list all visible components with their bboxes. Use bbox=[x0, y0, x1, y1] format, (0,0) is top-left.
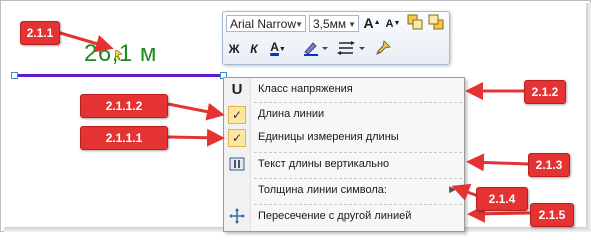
callout-arrow-2-1-1-2 bbox=[167, 102, 225, 121]
callout-arrow-2-1-1 bbox=[56, 30, 114, 53]
callout-2-1-2: 2.1.2 bbox=[524, 80, 566, 104]
callout-arrow-2-1-1-1 bbox=[167, 128, 225, 147]
callout-arrow-2-1-5 bbox=[467, 204, 532, 223]
callout-2-1-3: 2.1.3 bbox=[528, 153, 570, 177]
callout-arrow-2-1-4 bbox=[451, 183, 479, 201]
callout-2-1-1: 2.1.1 bbox=[20, 21, 60, 45]
callout-2-1-1-1: 2.1.1.1 bbox=[80, 126, 168, 150]
callout-arrow-2-1-3 bbox=[466, 153, 529, 172]
callout-2-1-4: 2.1.4 bbox=[476, 187, 528, 211]
callout-2-1-1-2: 2.1.1.2 bbox=[80, 94, 168, 118]
callout-2-1-5: 2.1.5 bbox=[530, 203, 574, 227]
